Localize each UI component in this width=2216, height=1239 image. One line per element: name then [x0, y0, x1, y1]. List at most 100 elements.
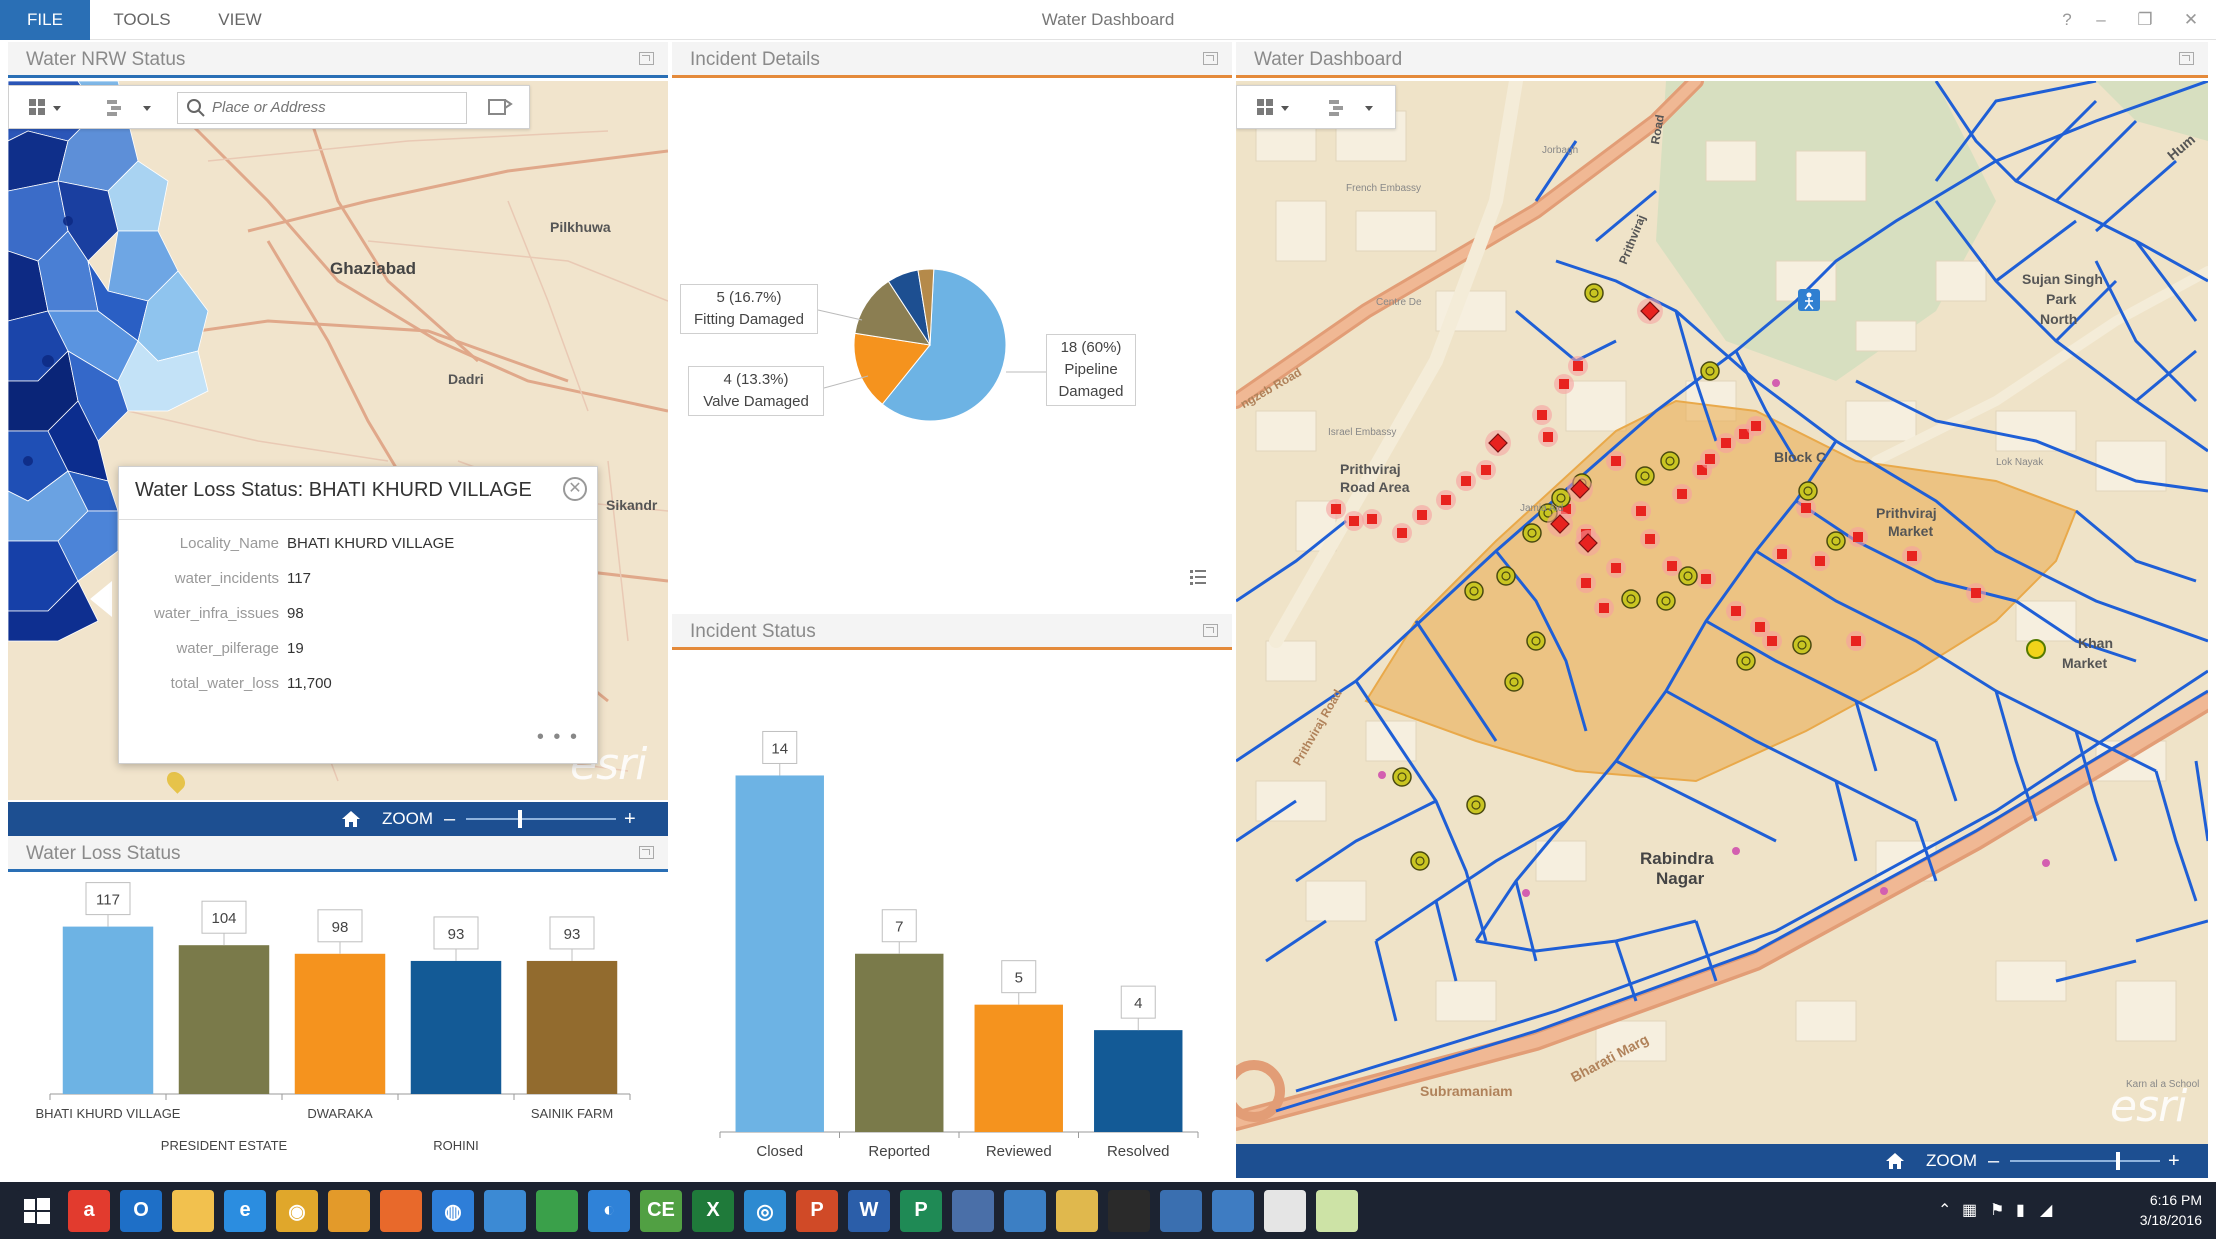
- bar[interactable]: [855, 953, 944, 1132]
- incident-marker[interactable]: [1362, 509, 1382, 529]
- incident-marker[interactable]: [1762, 631, 1782, 651]
- incident-marker[interactable]: [1538, 427, 1558, 447]
- phone-icon[interactable]: [1108, 1190, 1150, 1232]
- file-explorer-icon[interactable]: [172, 1190, 214, 1232]
- tab-file[interactable]: FILE: [0, 0, 90, 40]
- windows-start-icon[interactable]: [16, 1190, 58, 1232]
- fitting-marker[interactable]: [1547, 511, 1573, 537]
- valve-marker[interactable]: [1656, 591, 1676, 611]
- bar[interactable]: [735, 775, 824, 1132]
- search-box[interactable]: [177, 92, 467, 124]
- fitting-marker[interactable]: [1485, 430, 1511, 456]
- ie-globe-icon[interactable]: ◐: [588, 1190, 630, 1232]
- bar[interactable]: [62, 926, 154, 1094]
- help-button[interactable]: ?: [2052, 6, 2082, 34]
- valve-marker[interactable]: [1826, 531, 1846, 551]
- maximize-icon[interactable]: [2179, 52, 2194, 65]
- search-input[interactable]: [212, 99, 442, 116]
- incident-marker[interactable]: [1966, 583, 1986, 603]
- valve-marker[interactable]: [1584, 283, 1604, 303]
- incident-marker[interactable]: [1606, 451, 1626, 471]
- incident-marker[interactable]: [1848, 527, 1868, 547]
- incident-marker[interactable]: [1532, 405, 1552, 425]
- valve-marker[interactable]: [1792, 635, 1812, 655]
- tab-tools[interactable]: TOOLS: [102, 0, 182, 40]
- battery-icon[interactable]: ▮: [2016, 1200, 2025, 1220]
- home-icon[interactable]: [340, 808, 362, 830]
- legend-list-icon[interactable]: [1188, 568, 1208, 588]
- valve-marker[interactable]: [1392, 767, 1412, 787]
- network-icon[interactable]: ▦: [1962, 1200, 1977, 1220]
- valve-marker[interactable]: [1504, 672, 1524, 692]
- system-clock[interactable]: 6:16 PM 3/18/2016: [2140, 1190, 2202, 1230]
- incident-marker[interactable]: [1476, 460, 1496, 480]
- bar[interactable]: [410, 960, 502, 1094]
- valve-marker[interactable]: [1464, 581, 1484, 601]
- bar[interactable]: [178, 945, 270, 1094]
- incident-marker[interactable]: [1640, 529, 1660, 549]
- zoom-out-button[interactable]: –: [444, 802, 455, 836]
- incident-marker[interactable]: [1902, 546, 1922, 566]
- restore-button[interactable]: ❐: [2130, 6, 2160, 34]
- incident-marker[interactable]: [1436, 490, 1456, 510]
- incident-marker[interactable]: [1696, 569, 1716, 589]
- bar[interactable]: [294, 953, 386, 1094]
- outlook-icon[interactable]: O: [120, 1190, 162, 1232]
- sync-icon[interactable]: ◎: [744, 1190, 786, 1232]
- airtel-icon[interactable]: a: [68, 1190, 110, 1232]
- fitting-marker[interactable]: [1575, 530, 1601, 556]
- excel-icon[interactable]: X: [692, 1190, 734, 1232]
- zoom-in-button[interactable]: +: [2168, 1144, 2180, 1178]
- firefox-icon[interactable]: [380, 1190, 422, 1232]
- valve-marker[interactable]: [1678, 566, 1698, 586]
- satellite-icon[interactable]: [952, 1190, 994, 1232]
- valve-marker[interactable]: [1660, 451, 1680, 471]
- zoom-slider-handle[interactable]: [518, 810, 522, 828]
- word-icon[interactable]: W: [848, 1190, 890, 1232]
- incident-marker[interactable]: [1392, 523, 1412, 543]
- internet-explorer-icon[interactable]: e: [224, 1190, 266, 1232]
- incident-marker[interactable]: [1554, 374, 1574, 394]
- incident-marker[interactable]: [1700, 449, 1720, 469]
- incident-marker[interactable]: [1716, 433, 1736, 453]
- incident-marker[interactable]: [1772, 544, 1792, 564]
- chart-app-icon[interactable]: CE: [640, 1190, 682, 1232]
- arcgis-earth-icon[interactable]: [536, 1190, 578, 1232]
- publisher-icon[interactable]: P: [900, 1190, 942, 1232]
- incident-marker[interactable]: [1746, 416, 1766, 436]
- notepad-icon[interactable]: [1316, 1190, 1358, 1232]
- zoom-in-button[interactable]: +: [624, 802, 636, 836]
- valve-marker[interactable]: [1410, 851, 1430, 871]
- incident-marker[interactable]: [1796, 498, 1816, 518]
- valve-marker[interactable]: [1496, 566, 1516, 586]
- water-map[interactable]: Road Prithviraj Prithviraj Road ngzeb Ro…: [1236, 81, 2208, 1144]
- tray-chevron-icon[interactable]: ⌃: [1938, 1200, 1951, 1220]
- valve-marker[interactable]: [1621, 589, 1641, 609]
- bar[interactable]: [1094, 1030, 1183, 1132]
- book-icon[interactable]: [1004, 1190, 1046, 1232]
- maximize-icon[interactable]: [639, 52, 654, 65]
- incident-marker[interactable]: [1672, 484, 1692, 504]
- arcgis-pro-icon[interactable]: [328, 1190, 370, 1232]
- volume-icon[interactable]: ◢: [2040, 1200, 2052, 1220]
- valve-marker[interactable]: [1522, 523, 1542, 543]
- tab-view[interactable]: VIEW: [200, 0, 280, 40]
- minimize-button[interactable]: –: [2086, 6, 2116, 34]
- remote-desktop-icon[interactable]: [1212, 1190, 1254, 1232]
- home-icon[interactable]: [1884, 1150, 1906, 1172]
- incident-marker[interactable]: [1810, 551, 1830, 571]
- zoom-track[interactable]: [2010, 1160, 2160, 1162]
- incident-marker[interactable]: [1576, 573, 1596, 593]
- fitting-marker[interactable]: [1567, 476, 1593, 502]
- flag-icon[interactable]: ⚑: [1990, 1200, 2004, 1220]
- incident-marker[interactable]: [1726, 601, 1746, 621]
- incident-marker[interactable]: [1568, 356, 1588, 376]
- bar[interactable]: [526, 960, 618, 1094]
- valve-marker[interactable]: [1526, 631, 1546, 651]
- zoom-out-button[interactable]: –: [1988, 1144, 1999, 1178]
- fitting-marker[interactable]: [1637, 298, 1663, 324]
- explorer-window-icon[interactable]: [1264, 1190, 1306, 1232]
- zoom-track[interactable]: [466, 818, 616, 820]
- close-icon[interactable]: ✕: [563, 477, 587, 501]
- globe-icon[interactable]: ◍: [432, 1190, 474, 1232]
